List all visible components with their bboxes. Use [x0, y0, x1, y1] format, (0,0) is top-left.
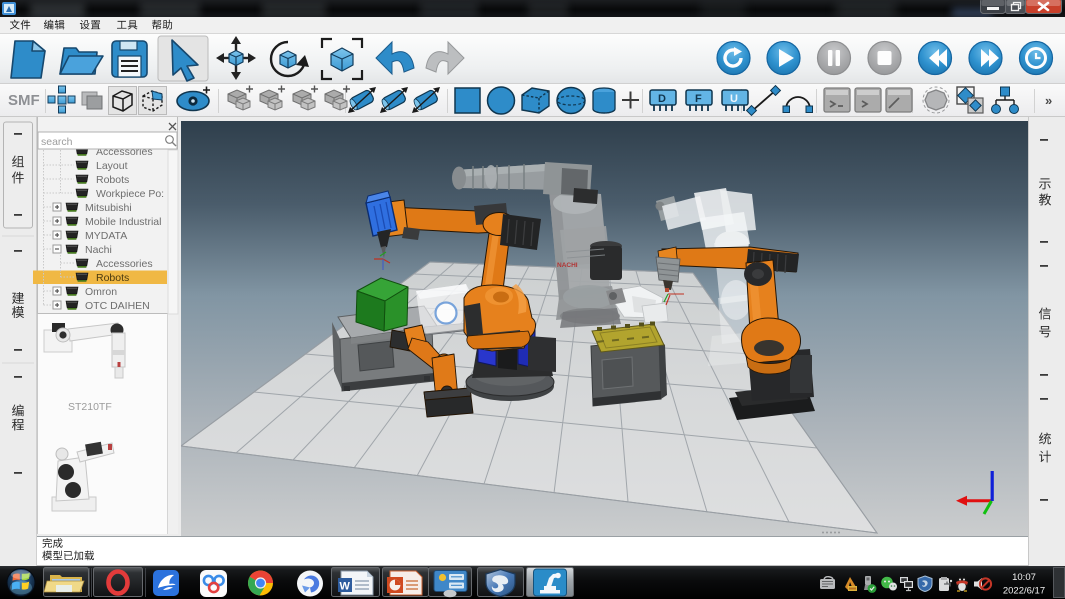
svg-text:Workpiece Po:: Workpiece Po: — [96, 188, 164, 200]
svg-text:MYDATA: MYDATA — [85, 230, 127, 242]
svg-text:Layout: Layout — [96, 160, 128, 172]
svg-text:W: W — [340, 581, 351, 593]
svg-text:OTC DAIHEN: OTC DAIHEN — [85, 300, 150, 312]
svg-text:»: » — [1045, 93, 1052, 108]
svg-text:Accessories: Accessories — [96, 258, 153, 270]
svg-text:U: U — [730, 93, 738, 105]
svg-text:Robots: Robots — [96, 272, 129, 284]
svg-text:F: F — [695, 93, 702, 105]
svg-text:D: D — [658, 93, 666, 105]
svg-text:Mobile Industrial: Mobile Industrial — [85, 216, 161, 228]
svg-text:search: search — [41, 136, 73, 148]
svg-text:ST210TF: ST210TF — [68, 401, 112, 413]
svg-text:Omron: Omron — [85, 286, 117, 298]
svg-text:Mitsubishi: Mitsubishi — [85, 202, 132, 214]
svg-text:SMF: SMF — [8, 92, 40, 109]
svg-text:Nachi: Nachi — [85, 244, 112, 256]
svg-text:2022/6/17: 2022/6/17 — [1003, 586, 1045, 597]
svg-text:NACHI: NACHI — [557, 262, 578, 269]
svg-text:10:07: 10:07 — [1012, 572, 1036, 583]
svg-text:Robots: Robots — [96, 174, 129, 186]
